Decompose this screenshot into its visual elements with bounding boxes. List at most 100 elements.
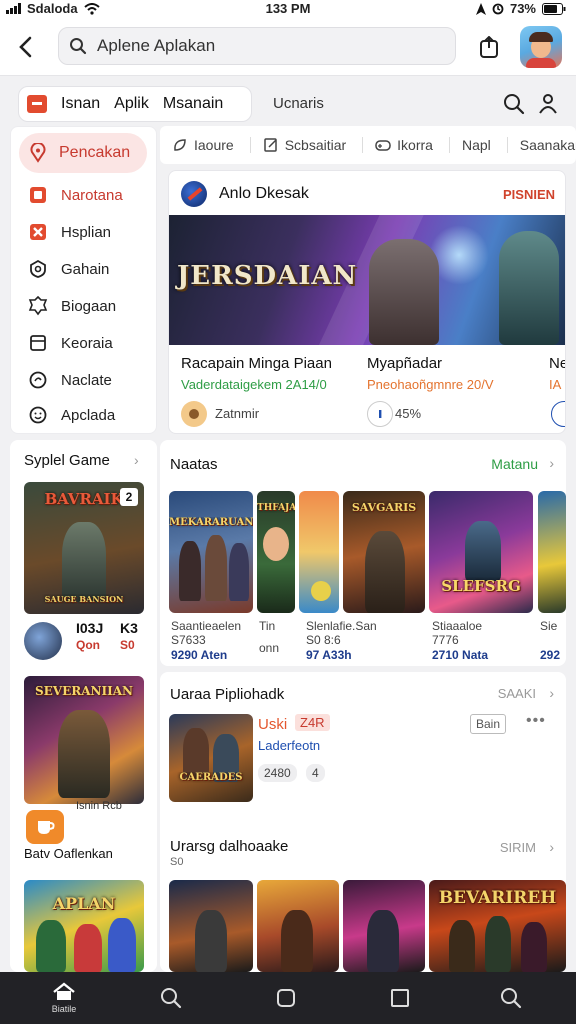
popular-panel: Uaraa Pipliohadk SAAKI › CAERADES Uski Z… [160,672,566,972]
rank-badge: 2 [120,488,138,506]
new-games-panel: Naatas Matanu › MEKARARUAN Saantieaelen … [160,440,566,666]
nav-search[interactable] [141,972,201,1024]
back-button[interactable] [10,32,40,62]
game-icon[interactable] [24,622,62,660]
nav-search-2[interactable] [481,972,541,1024]
search-icon [504,94,525,115]
category-tabs: Isnan Aplik Msanain [18,86,252,122]
badge-icon [27,295,49,317]
gamepad-icon [375,140,391,151]
chevron-right-icon[interactable]: › [549,455,554,471]
rating-chip: 2480 [258,764,297,782]
chevron-right-icon[interactable]: › [549,839,554,855]
nav-apps[interactable] [370,972,430,1024]
chevron-right-icon[interactable]: › [549,685,554,701]
sidebar-item-4[interactable]: Gahain [11,251,158,287]
top-bar [0,18,576,76]
sidebar-item-5[interactable]: Biogaan [11,288,158,324]
sidebar-item-6[interactable]: Keoraia [11,325,158,361]
section-title: Naatas [170,456,218,473]
status-bar: Sdaloda 133 PM 73% [0,0,576,18]
sidebar-item-2[interactable]: Narotana [11,177,158,213]
game-tile[interactable]: BAVRAIK 2 SAUGE BANSION [24,482,144,614]
section-subtitle: S0 [170,856,184,868]
info-icon [551,401,565,427]
game-tile[interactable]: BEVARIREH [429,880,566,972]
app-thumbnail[interactable]: CAERADES [169,714,253,802]
sub-tabs: Iaoure Scbsaitiar Ikorra Napl Saanakan [160,126,576,164]
search-icon [161,988,182,1009]
category-tab-1[interactable]: Isnan [61,95,100,113]
game-tile[interactable] [169,880,253,972]
share-icon [480,36,498,58]
leaf-icon [174,139,186,151]
featured-item[interactable]: Racapain Minga Piaan Vaderdataigekem 2A1… [169,345,369,433]
square-icon [277,989,295,1007]
location-arrow-icon [475,2,486,15]
shield-icon [27,258,49,280]
game-icon [181,401,207,427]
chevron-left-icon [19,36,32,58]
alarm-icon [492,3,504,14]
category-tab-3[interactable]: Msanain [163,95,223,113]
game-tile[interactable] [257,880,339,972]
subtab-1[interactable]: Iaoure [172,137,251,153]
nav-games[interactable] [256,972,316,1024]
subtab-5[interactable]: Saanakan [520,137,576,153]
developer-logo [181,181,207,207]
cup-icon [38,821,55,834]
tools-icon [27,221,49,243]
developer-name[interactable]: Laderfeotn [258,738,320,753]
more-options-icon[interactable]: ••• [526,712,546,730]
app-square-icon [27,184,49,206]
see-more-link[interactable]: Matanu [491,456,538,472]
sidebar-item-3[interactable]: Hsplian [11,214,158,250]
featured-item[interactable]: Ne IA [537,345,565,433]
banner-title: JERSDAIAN [177,261,358,291]
hero-figure [369,239,439,345]
see-more-link[interactable]: SIRIM [500,840,536,855]
sidebar-item-8[interactable]: Apclada [11,397,158,433]
search-bar[interactable] [58,27,456,65]
sidebar: Pencakan Narotana Hsplian Gahain Biogaan… [10,126,157,434]
category-tab-4[interactable]: Ucnaris [273,95,324,112]
section-title: Urarsg dalhoaake [170,838,289,855]
app-icon[interactable] [26,810,64,844]
section-title: Syplel Game [24,452,110,469]
subtab-2[interactable]: Scbsaitiar [263,137,364,153]
featured-card[interactable]: Anlo Dkesak PISNIEN JERSDAIAN Racapain M… [168,170,566,434]
sidebar-item-7[interactable]: Naclate [11,362,158,398]
user-icon [539,94,557,114]
featured-item[interactable]: Myapñadar Pneohaoñgmnre 20/V 45% [355,345,545,433]
share-button[interactable] [474,32,504,62]
section-title: Uaraa Pipliohadk [170,686,285,703]
featured-banner[interactable]: JERSDAIAN [169,215,565,345]
featured-badge: PISNIEN [502,187,555,202]
avatar[interactable] [520,26,562,68]
search-input[interactable] [97,34,437,58]
profile-button[interactable] [538,93,558,120]
subtab-3[interactable]: Ikorra [375,137,450,153]
app-name[interactable]: Uski [258,716,287,733]
see-more-link[interactable]: SAAKI [498,686,536,701]
app-tag: Z4R [295,714,330,731]
search-button[interactable] [503,93,525,120]
featured-title: Anlo Dkesak [219,185,309,202]
nav-home[interactable]: Biatile [34,972,94,1024]
game-tile[interactable] [343,880,425,972]
chevron-right-icon[interactable]: › [134,452,139,468]
game-tile[interactable]: APLAN [24,880,144,972]
game-tile[interactable]: SEVERANIIAN [24,676,144,804]
category-tab-2[interactable]: Aplik [114,95,149,113]
bottom-nav: Biatile [0,972,576,1024]
subtab-4[interactable]: Napl [462,137,508,153]
document-icon [27,332,49,354]
search-icon [501,988,522,1009]
hero-figure [499,231,559,345]
battery-percent: 73% [509,1,536,16]
store-icon [27,95,47,113]
sidebar-item-1[interactable]: Pencakan [19,133,147,173]
get-button[interactable]: Bain [470,714,506,734]
square-icon [391,989,409,1007]
cta-label[interactable]: Batv Oaflenkan [24,846,113,861]
